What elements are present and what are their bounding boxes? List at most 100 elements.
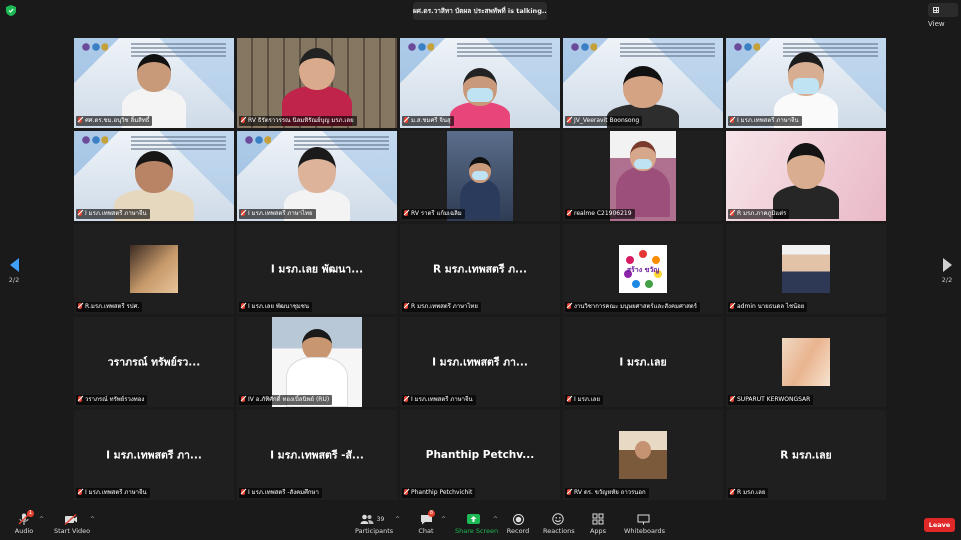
participant-name-label: admin นายธนดล ไชน้อย	[728, 302, 808, 312]
participant-tile[interactable]: วราภรณ์ ทรัพย์รว... วราภรณ์ ทรัพย์รวงทอง	[74, 317, 234, 407]
participant-name-label: R.มรภ.เทพสตรี รปศ.	[76, 302, 143, 312]
participant-tile[interactable]: SUPARUT KERWONGSAR	[726, 317, 886, 407]
participant-name-label: realme C21906219	[565, 209, 635, 219]
face-mask	[634, 159, 652, 169]
reactions-label: Reactions	[543, 527, 575, 535]
chat-button[interactable]: 8 Chat	[414, 510, 438, 536]
participant-tile[interactable]: realme C21906219	[563, 131, 723, 221]
page-indicator-left: 2/2	[8, 276, 20, 284]
share-screen-button[interactable]: Share Screen	[455, 512, 499, 536]
muted-mic-icon	[567, 396, 571, 402]
gallery-grid: ศศ.ดร.ชม.อนุวิช ลิ้มสิทธิ์ RV ธิรัตราวรร…	[74, 38, 886, 500]
view-button[interactable]: View	[928, 3, 958, 28]
participants-button[interactable]: 39 Participants	[355, 512, 393, 536]
participant-tile[interactable]: สร้าง ขวัญ งานวิชาการคณะ มนุษยศาสตร์และส…	[563, 224, 723, 314]
share-screen-label: Share Screen	[455, 527, 499, 535]
video-options-caret-icon[interactable]: ^	[90, 516, 95, 523]
participant-name-label: Phanthip Petchvichit	[402, 488, 476, 498]
participant-tile[interactable]: ศศ.ดร.ชม.อนุวิช ลิ้มสิทธิ์	[74, 38, 234, 128]
participant-display-name: I มรภ.เลย พัฒนา...	[270, 263, 364, 276]
institution-logo	[82, 42, 108, 53]
muted-mic-icon	[78, 303, 82, 309]
participant-name-label: งานวิชาการคณะ มนุษยศาสตร์และสังคมศาสตร์	[565, 302, 700, 312]
participant-tile[interactable]: RV ดร. ขวัญหทัย ถาวรนอก	[563, 410, 723, 500]
whiteboards-button[interactable]: Whiteboards	[624, 512, 665, 536]
participants-options-caret-icon[interactable]: ^	[395, 516, 400, 523]
participant-display-name: R มรภ.เลย	[780, 449, 832, 462]
institution-logo	[245, 135, 271, 146]
muted-mic-icon	[730, 117, 734, 123]
faculty-logo-icon: สร้าง ขวัญ	[624, 250, 662, 288]
participant-tile[interactable]: I มรภ.เทพสตรี ภาษาจีน	[726, 38, 886, 128]
participant-name-label: I มรภ.เทพสตรี ภาษาจีน	[402, 395, 476, 405]
participant-name-label: วราภรณ์ ทรัพย์รวงทอง	[76, 395, 148, 405]
page-indicator-right: 2/2	[941, 276, 953, 284]
participant-tile[interactable]: RV ธิรัตราวรรณ นิลมหิรัณย์บุญ มรภ.เลย	[237, 38, 397, 128]
audio-options-caret-icon[interactable]: ^	[39, 516, 44, 523]
participant-tile[interactable]: I มรภ.เทพสตรี ภาษาไทย	[237, 131, 397, 221]
participant-tile[interactable]: I มรภ.เทพสตรี ภาษาจีน	[74, 131, 234, 221]
participant-tile[interactable]: I มรภ.เทพสตรี -สั... I มรภ.เทพสตรี -สังค…	[237, 410, 397, 500]
participant-name-label: I มรภ.เลย	[565, 395, 603, 405]
share-options-caret-icon[interactable]: ^	[493, 516, 498, 523]
encryption-shield-icon[interactable]	[6, 5, 16, 16]
participant-tile[interactable]: R มรภ.เทพสตรี ภ... R มรภ.เทพสตรี ภาษาไทย	[400, 224, 560, 314]
participant-display-name: R มรภ.เทพสตรี ภ...	[432, 263, 528, 276]
chat-label: Chat	[418, 527, 434, 535]
muted-mic-icon	[730, 396, 734, 402]
record-label: Record	[506, 527, 530, 535]
profile-picture	[782, 245, 830, 293]
reactions-button[interactable]: Reactions	[543, 512, 575, 536]
share-screen-icon	[466, 514, 480, 524]
participant-display-name: I มรภ.เลย	[619, 356, 667, 369]
participant-display-name: I มรภ.เทพสตรี ภา...	[432, 356, 528, 369]
muted-mic-icon	[730, 303, 734, 309]
participant-tile[interactable]: IV อ.ภัทิศักดิ์ ทองเบิ้ลนิพย์ (RU)	[237, 317, 397, 407]
participant-tile[interactable]: Phanthip Petchv... Phanthip Petchvichit	[400, 410, 560, 500]
face-mask	[467, 88, 493, 102]
participant-name-label: R มรภ.ภาคภูมิแต่ร	[728, 209, 790, 219]
participant-display-name: วราภรณ์ ทรัพย์รว...	[107, 356, 201, 369]
apps-icon	[592, 513, 604, 525]
apps-button[interactable]: Apps	[588, 512, 608, 536]
participant-video	[282, 48, 352, 126]
participant-name-label: ศศ.ดร.ชม.อนุวิช ลิ้มสิทธิ์	[76, 116, 153, 126]
audio-button[interactable]: 1 Audio	[13, 510, 35, 536]
participant-name-label: ม.ส.ชมศรี จิ๋นสุ	[402, 116, 454, 126]
participant-tile[interactable]: I มรภ.เลย I มรภ.เลย	[563, 317, 723, 407]
participant-tile[interactable]: I มรภ.เทพสตรี ภา... I มรภ.เทพสตรี ภาษาจี…	[74, 410, 234, 500]
participant-tile[interactable]: admin นายธนดล ไชน้อย	[726, 224, 886, 314]
next-page-button[interactable]: 2/2	[937, 258, 957, 290]
participant-display-name: Phanthip Petchv...	[425, 449, 535, 461]
start-video-button[interactable]: Start Video	[54, 512, 90, 536]
participant-tile[interactable]: ม.ส.ชมศรี จิ๋นสุ	[400, 38, 560, 128]
participant-tile[interactable]: JV_Veeravit Boonsong	[563, 38, 723, 128]
participant-tile[interactable]: R.มรภ.เทพสตรี รปศ.	[74, 224, 234, 314]
participant-name-label: R มรภ.เลย	[728, 488, 769, 498]
audio-badge: 1	[27, 510, 34, 517]
participant-tile[interactable]: I มรภ.เลย พัฒนา... I มรภ.เลย พัฒนาชุมชน	[237, 224, 397, 314]
chat-options-caret-icon[interactable]: ^	[441, 516, 446, 523]
meeting-toolbar: 1 Audio ^ Start Video ^ 39 Participants …	[0, 508, 961, 540]
muted-mic-icon	[78, 396, 82, 402]
previous-page-button[interactable]: 2/2	[4, 258, 24, 290]
participant-tile[interactable]: R มรภ.เลย R มรภ.เลย	[726, 410, 886, 500]
participant-tile[interactable]: R มรภ.ภาคภูมิแต่ร	[726, 131, 886, 221]
participant-video	[447, 131, 513, 221]
muted-mic-icon	[404, 489, 408, 495]
muted-mic-icon	[78, 210, 82, 216]
participant-name-label: R มรภ.เทพสตรี ภาษาไทย	[402, 302, 481, 312]
participants-icon	[360, 514, 374, 524]
muted-mic-icon	[567, 210, 571, 216]
active-speaker-banner: ผศ.ดร.วาสิทา บัตผล ประสพทัพที่ is talkin…	[413, 2, 547, 20]
record-button[interactable]: Record	[505, 512, 531, 536]
participants-count: 39	[376, 515, 385, 523]
whiteboard-icon	[637, 514, 649, 524]
muted-mic-icon	[730, 210, 734, 216]
record-icon	[512, 513, 524, 525]
leave-button[interactable]: Leave	[924, 518, 955, 532]
participant-name-label: RV ราตรี แก้มเฉลิม	[402, 209, 465, 219]
participant-tile[interactable]: RV ราตรี แก้มเฉลิม	[400, 131, 560, 221]
participant-name-label: I มรภ.เทพสตรี ภาษาไทย	[239, 209, 316, 219]
participant-tile[interactable]: I มรภ.เทพสตรี ภา... I มรภ.เทพสตรี ภาษาจี…	[400, 317, 560, 407]
